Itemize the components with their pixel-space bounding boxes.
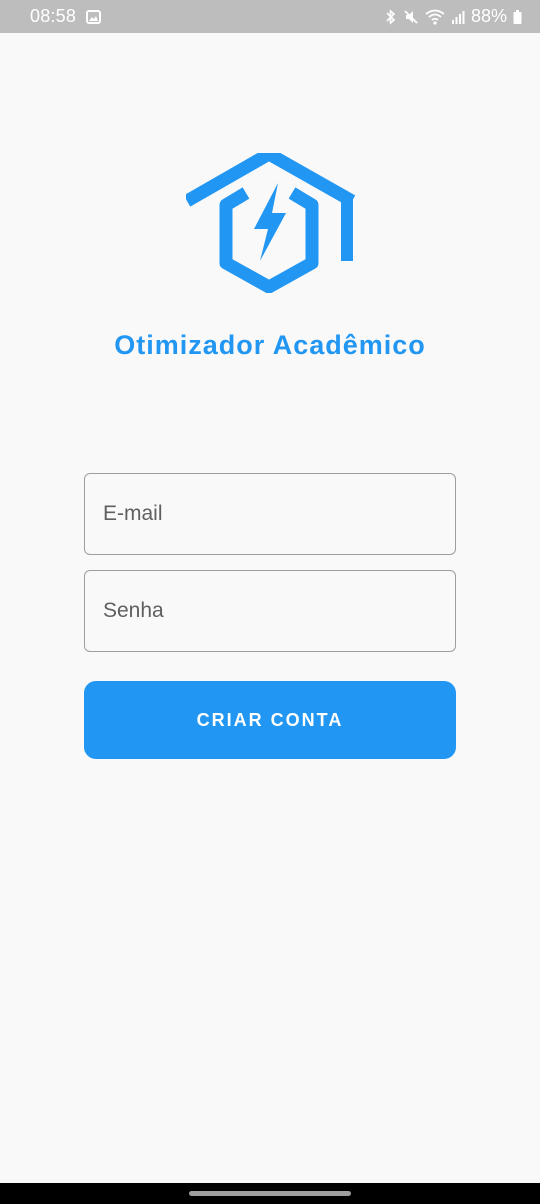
status-right: 88% [385,6,522,27]
signal-icon [451,9,465,25]
navigation-bar [0,1183,540,1204]
email-field[interactable] [84,473,456,555]
status-bar: 08:58 88% [0,0,540,33]
mute-icon [403,9,419,25]
email-input[interactable] [101,501,439,527]
password-input[interactable] [101,598,439,624]
app-title: Otimizador Acadêmico [114,330,426,360]
gallery-icon [86,9,102,24]
battery-icon [513,9,522,25]
graduation-cap-lightning-icon [183,146,356,294]
bluetooth-icon [385,8,397,25]
create-account-button[interactable]: CRIAR CONTA [84,681,456,759]
password-field[interactable] [84,570,456,652]
status-left: 08:58 [30,6,102,27]
battery-percent: 88% [470,6,507,26]
wifi-icon [425,9,445,25]
main-content: Otimizador Acadêmico CRIAR CONTA [0,33,540,1183]
status-time: 08:58 [30,6,77,26]
home-indicator[interactable] [189,1191,351,1196]
